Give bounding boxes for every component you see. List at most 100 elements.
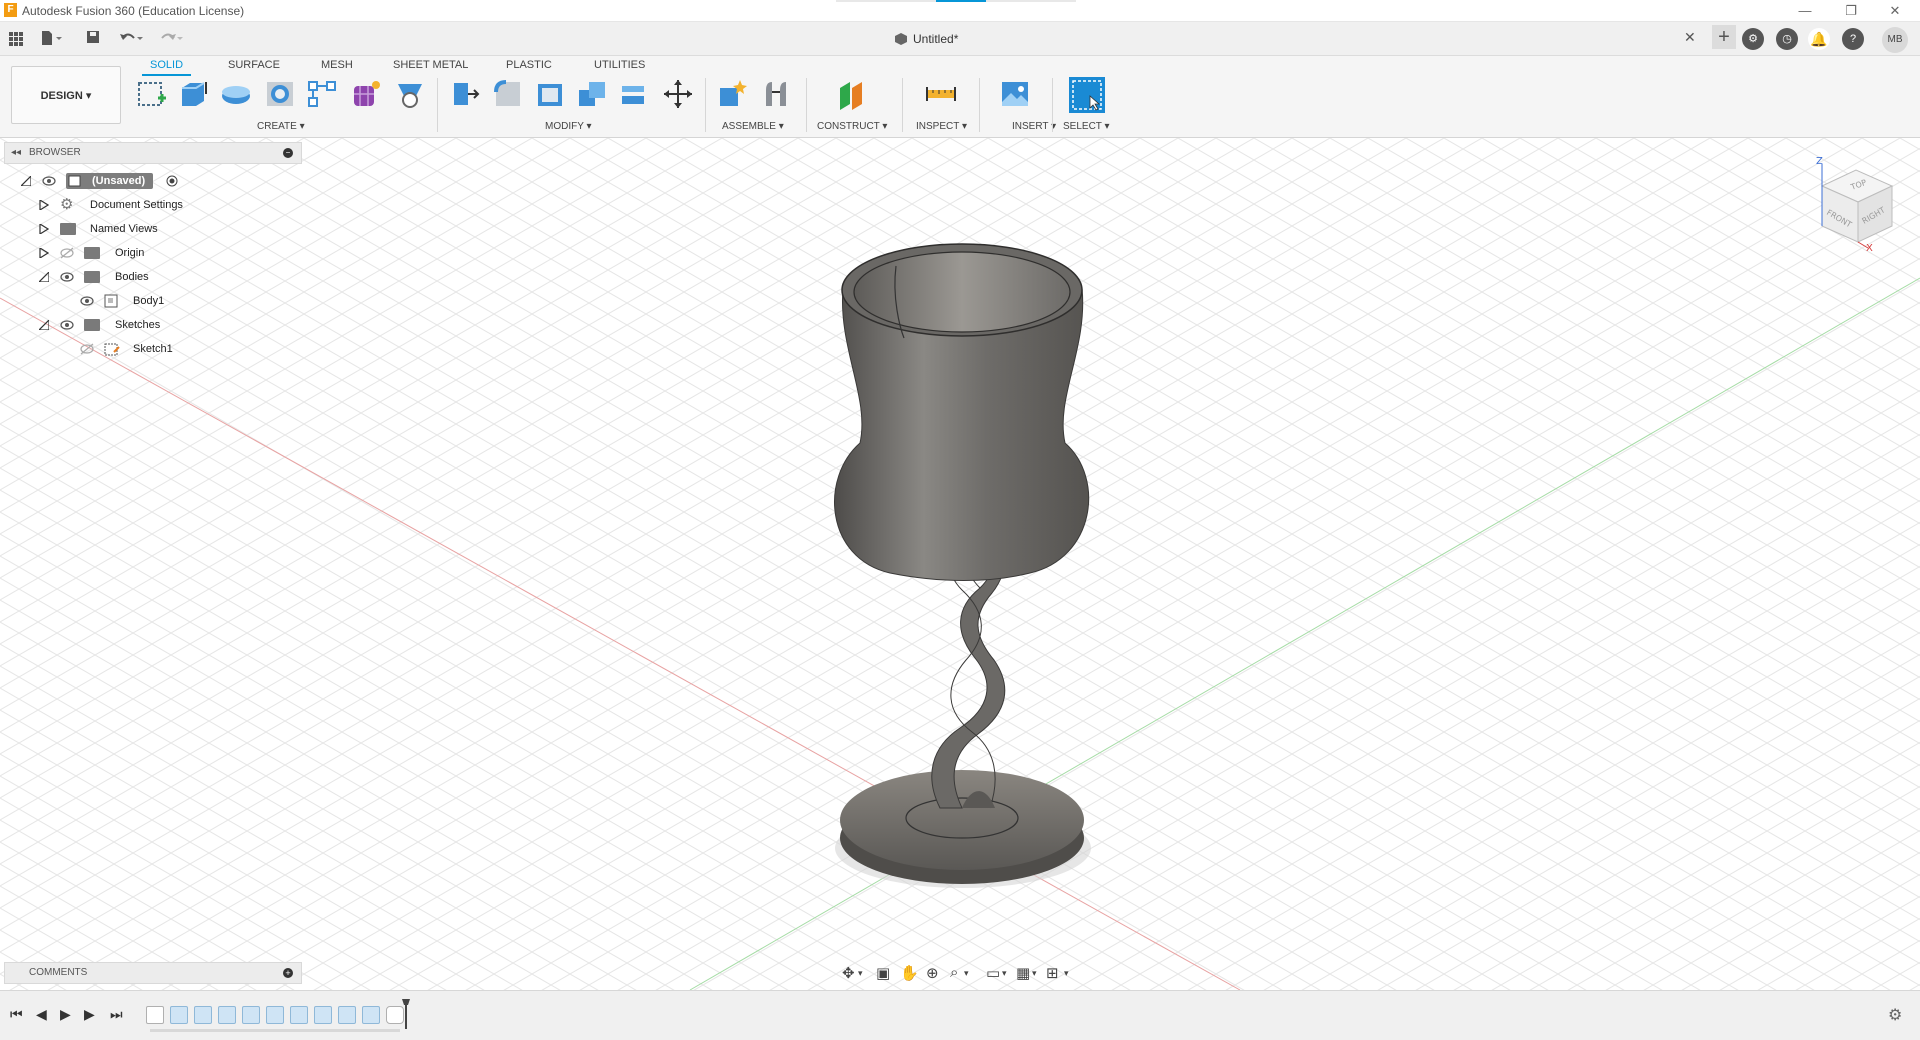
- tree-item-document-settings[interactable]: ⚙ Document Settings: [18, 194, 258, 216]
- extensions-icon[interactable]: ⚙: [1742, 28, 1764, 50]
- tree-item-named-views[interactable]: Named Views: [18, 218, 258, 240]
- canvas-viewport[interactable]: TOP FRONT RIGHT Z X: [0, 138, 1920, 990]
- tab-solid[interactable]: SOLID: [141, 59, 192, 76]
- collapse-browser-icon[interactable]: ◂◂: [11, 143, 21, 163]
- timeline-feature[interactable]: [338, 1006, 356, 1024]
- viewports-icon[interactable]: ⊞: [1046, 964, 1059, 982]
- tree-item-origin[interactable]: Origin: [18, 242, 258, 264]
- tab-surface[interactable]: SURFACE: [228, 59, 280, 71]
- move-copy-icon[interactable]: [662, 78, 694, 110]
- redo-icon[interactable]: [158, 30, 184, 48]
- assemble-menu[interactable]: ASSEMBLE ▾: [722, 121, 784, 132]
- close-window-button[interactable]: ✕: [1872, 1, 1918, 21]
- display-settings-icon[interactable]: ▭: [986, 964, 1000, 982]
- split-body-icon[interactable]: [618, 78, 650, 110]
- tree-item-root[interactable]: (Unsaved): [18, 170, 258, 192]
- timeline-feature[interactable]: [290, 1006, 308, 1024]
- tab-plastic[interactable]: PLASTIC: [506, 59, 552, 71]
- fit-dropdown-icon[interactable]: ▾: [964, 968, 969, 979]
- pan-hand-icon[interactable]: ✋: [900, 964, 919, 982]
- timeline-feature[interactable]: [362, 1006, 380, 1024]
- offset-plane-icon[interactable]: [836, 78, 868, 110]
- orbit-dropdown-icon[interactable]: ▾: [858, 968, 863, 979]
- derive-icon[interactable]: [394, 78, 426, 110]
- look-at-icon[interactable]: ▣: [876, 964, 890, 982]
- timeline-settings-gear-icon[interactable]: ⚙: [1888, 1005, 1902, 1025]
- timeline-sketch-feature[interactable]: [146, 1006, 164, 1024]
- user-avatar[interactable]: MB: [1882, 27, 1908, 53]
- file-menu-icon[interactable]: [40, 30, 62, 48]
- zoom-icon[interactable]: ⊕: [926, 964, 939, 982]
- activate-radio-icon[interactable]: [166, 175, 178, 187]
- insert-canvas-icon[interactable]: [999, 78, 1031, 110]
- step-back-icon[interactable]: ◀: [36, 1006, 47, 1023]
- comments-panel[interactable]: COMMENTS +: [4, 962, 302, 984]
- press-pull-icon[interactable]: [450, 78, 482, 110]
- viewports-dropdown-icon[interactable]: ▾: [1064, 968, 1069, 979]
- expanded-triangle-icon[interactable]: [39, 320, 49, 330]
- timeline-feature[interactable]: [242, 1006, 260, 1024]
- data-panel-grid-icon[interactable]: [9, 32, 23, 46]
- tree-item-sketches[interactable]: Sketches: [18, 314, 258, 336]
- go-to-start-icon[interactable]: ⏮: [10, 1006, 23, 1023]
- tree-item-body1[interactable]: Body1: [18, 290, 258, 312]
- fit-icon[interactable]: ⌕: [950, 964, 958, 981]
- measure-icon[interactable]: [925, 78, 957, 110]
- step-forward-icon[interactable]: ▶: [84, 1006, 95, 1023]
- create-form-icon[interactable]: [350, 78, 382, 110]
- hole-icon[interactable]: [264, 78, 296, 110]
- visibility-eye-icon[interactable]: [60, 319, 74, 331]
- restore-button[interactable]: ❐: [1828, 1, 1874, 21]
- select-menu[interactable]: SELECT ▾: [1063, 121, 1110, 132]
- create-sketch-icon[interactable]: [136, 78, 168, 110]
- construct-menu[interactable]: CONSTRUCT ▾: [817, 121, 887, 132]
- timeline-feature[interactable]: [170, 1006, 188, 1024]
- workspace-switcher-button[interactable]: DESIGN ▾: [11, 66, 121, 124]
- grid-snaps-icon[interactable]: ▦: [1016, 964, 1030, 982]
- expanded-triangle-icon[interactable]: [39, 272, 49, 282]
- collapsed-triangle-icon[interactable]: [39, 200, 49, 210]
- timeline-marker-handle[interactable]: [402, 999, 410, 1029]
- job-status-icon[interactable]: ◷: [1776, 28, 1798, 50]
- shell-icon[interactable]: [534, 78, 566, 110]
- new-component-icon[interactable]: [716, 78, 748, 110]
- tab-sheet-metal[interactable]: SHEET METAL: [393, 59, 468, 71]
- create-menu[interactable]: CREATE ▾: [257, 121, 305, 132]
- hidden-eye-icon[interactable]: [80, 343, 94, 355]
- expanded-triangle-icon[interactable]: [21, 176, 31, 186]
- tree-item-sketch1[interactable]: Sketch1: [18, 338, 258, 360]
- help-icon[interactable]: ?: [1842, 28, 1864, 50]
- minimize-button[interactable]: —: [1782, 1, 1828, 21]
- timeline-feature[interactable]: [314, 1006, 332, 1024]
- modify-menu[interactable]: MODIFY ▾: [545, 121, 592, 132]
- new-tab-button[interactable]: +: [1712, 25, 1736, 49]
- undo-icon[interactable]: [118, 30, 144, 48]
- close-document-icon[interactable]: ✕: [1684, 29, 1696, 46]
- fillet-icon[interactable]: [492, 78, 524, 110]
- visibility-eye-icon[interactable]: [60, 271, 74, 283]
- go-to-end-icon[interactable]: ⏭: [110, 1006, 123, 1023]
- tab-mesh[interactable]: MESH: [321, 59, 353, 71]
- save-icon[interactable]: [86, 30, 100, 48]
- revolve-icon[interactable]: [220, 78, 252, 110]
- play-icon[interactable]: ▶: [60, 1006, 71, 1023]
- combine-icon[interactable]: [576, 78, 608, 110]
- inspect-menu[interactable]: INSPECT ▾: [916, 121, 967, 132]
- grid-dropdown-icon[interactable]: ▾: [1032, 968, 1037, 979]
- hidden-eye-icon[interactable]: [60, 247, 74, 259]
- joint-icon[interactable]: [760, 78, 792, 110]
- tab-utilities[interactable]: UTILITIES: [594, 59, 645, 71]
- timeline-feature[interactable]: [266, 1006, 284, 1024]
- extrude-icon[interactable]: [178, 78, 210, 110]
- pattern-icon[interactable]: [306, 78, 338, 110]
- tree-item-bodies[interactable]: Bodies: [18, 266, 258, 288]
- display-dropdown-icon[interactable]: ▾: [1002, 968, 1007, 979]
- orbit-icon[interactable]: ✥: [842, 964, 855, 982]
- select-icon[interactable]: [1068, 76, 1106, 114]
- visibility-eye-icon[interactable]: [42, 175, 56, 187]
- timeline-feature[interactable]: [194, 1006, 212, 1024]
- timeline-feature[interactable]: [218, 1006, 236, 1024]
- add-comment-icon[interactable]: +: [283, 968, 293, 978]
- notifications-bell-icon[interactable]: 🔔: [1808, 28, 1830, 50]
- browser-minimize-icon[interactable]: −: [283, 148, 293, 158]
